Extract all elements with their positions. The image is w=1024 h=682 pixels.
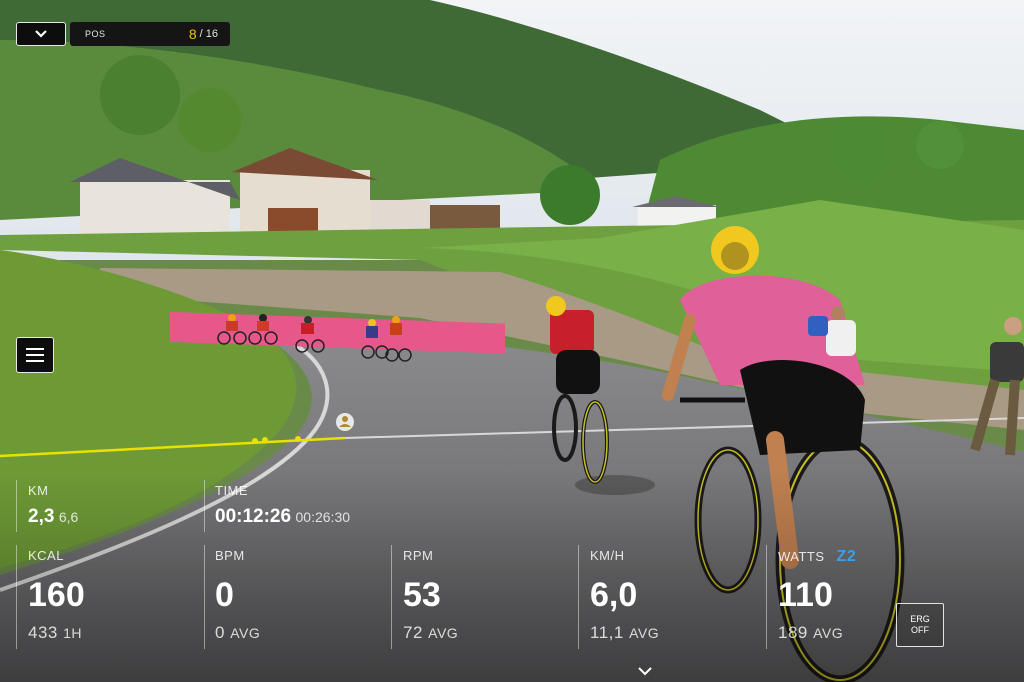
speed-value: 6,0 xyxy=(590,576,638,614)
power-zone-badge: Z2 xyxy=(836,548,857,565)
metric-speed: KM/H 6,0 11,1 AVG xyxy=(590,548,659,643)
collapse-button[interactable] xyxy=(16,22,66,46)
video-scene xyxy=(0,0,1024,682)
peloton-marker xyxy=(252,438,258,444)
rpm-sub-value: 72 xyxy=(403,623,423,642)
rpm-label: RPM xyxy=(403,548,434,563)
watts-value: 110 xyxy=(778,576,833,614)
speed-label: KM/H xyxy=(590,548,625,563)
watts-sub-value: 189 xyxy=(778,623,808,642)
rpm-value: 53 xyxy=(403,576,441,614)
position-label: POS xyxy=(85,29,106,39)
metric-km: KM 2,3 6,6 xyxy=(28,483,78,528)
speed-sub-unit: AVG xyxy=(629,625,660,641)
erg-state: OFF xyxy=(911,625,929,635)
km-value: 2,3 xyxy=(28,506,55,527)
metric-watts: WATTS Z2 110 189 AVG xyxy=(778,548,856,643)
kcal-sub-unit: 1H xyxy=(63,625,83,641)
km-label: KM xyxy=(28,483,49,498)
position-indicator: POS 8 / 16 xyxy=(70,22,230,46)
metric-divider xyxy=(16,480,17,532)
kcal-value: 160 xyxy=(28,576,85,614)
erg-label: ERG xyxy=(910,614,930,624)
watts-label: WATTS xyxy=(778,549,825,564)
time-value: 00:12:26 xyxy=(215,506,292,527)
bpm-value: 0 xyxy=(215,576,234,614)
metric-time: TIME 00:12:26 00:26:30 xyxy=(215,483,350,528)
chevron-down-icon xyxy=(35,30,47,38)
hamburger-icon xyxy=(26,348,44,350)
watts-sub-unit: AVG xyxy=(813,625,844,641)
menu-button[interactable] xyxy=(16,337,54,373)
metric-kcal: KCAL 160 433 1H xyxy=(28,548,85,643)
erg-toggle-button[interactable]: ERG OFF xyxy=(896,603,944,647)
expand-panel-chevron-icon[interactable] xyxy=(637,666,653,676)
time-label: TIME xyxy=(215,483,249,498)
bpm-label: BPM xyxy=(215,548,245,563)
position-value: 8 xyxy=(188,26,197,42)
rider-position-marker-icon xyxy=(336,413,354,431)
tree xyxy=(100,55,180,135)
kcal-label: KCAL xyxy=(28,548,64,563)
position-total: / 16 xyxy=(199,28,218,40)
metric-bpm: BPM 0 0 AVG xyxy=(215,548,260,643)
kcal-sub-value: 433 xyxy=(28,623,58,642)
km-total: 6,6 xyxy=(58,509,79,525)
metric-rpm: RPM 53 72 AVG xyxy=(403,548,458,643)
time-total: 00:26:30 xyxy=(295,509,351,525)
bpm-sub-value: 0 xyxy=(215,623,225,642)
rpm-sub-unit: AVG xyxy=(428,625,459,641)
speed-sub-value: 11,1 xyxy=(590,623,624,642)
bpm-sub-unit: AVG xyxy=(230,625,261,641)
